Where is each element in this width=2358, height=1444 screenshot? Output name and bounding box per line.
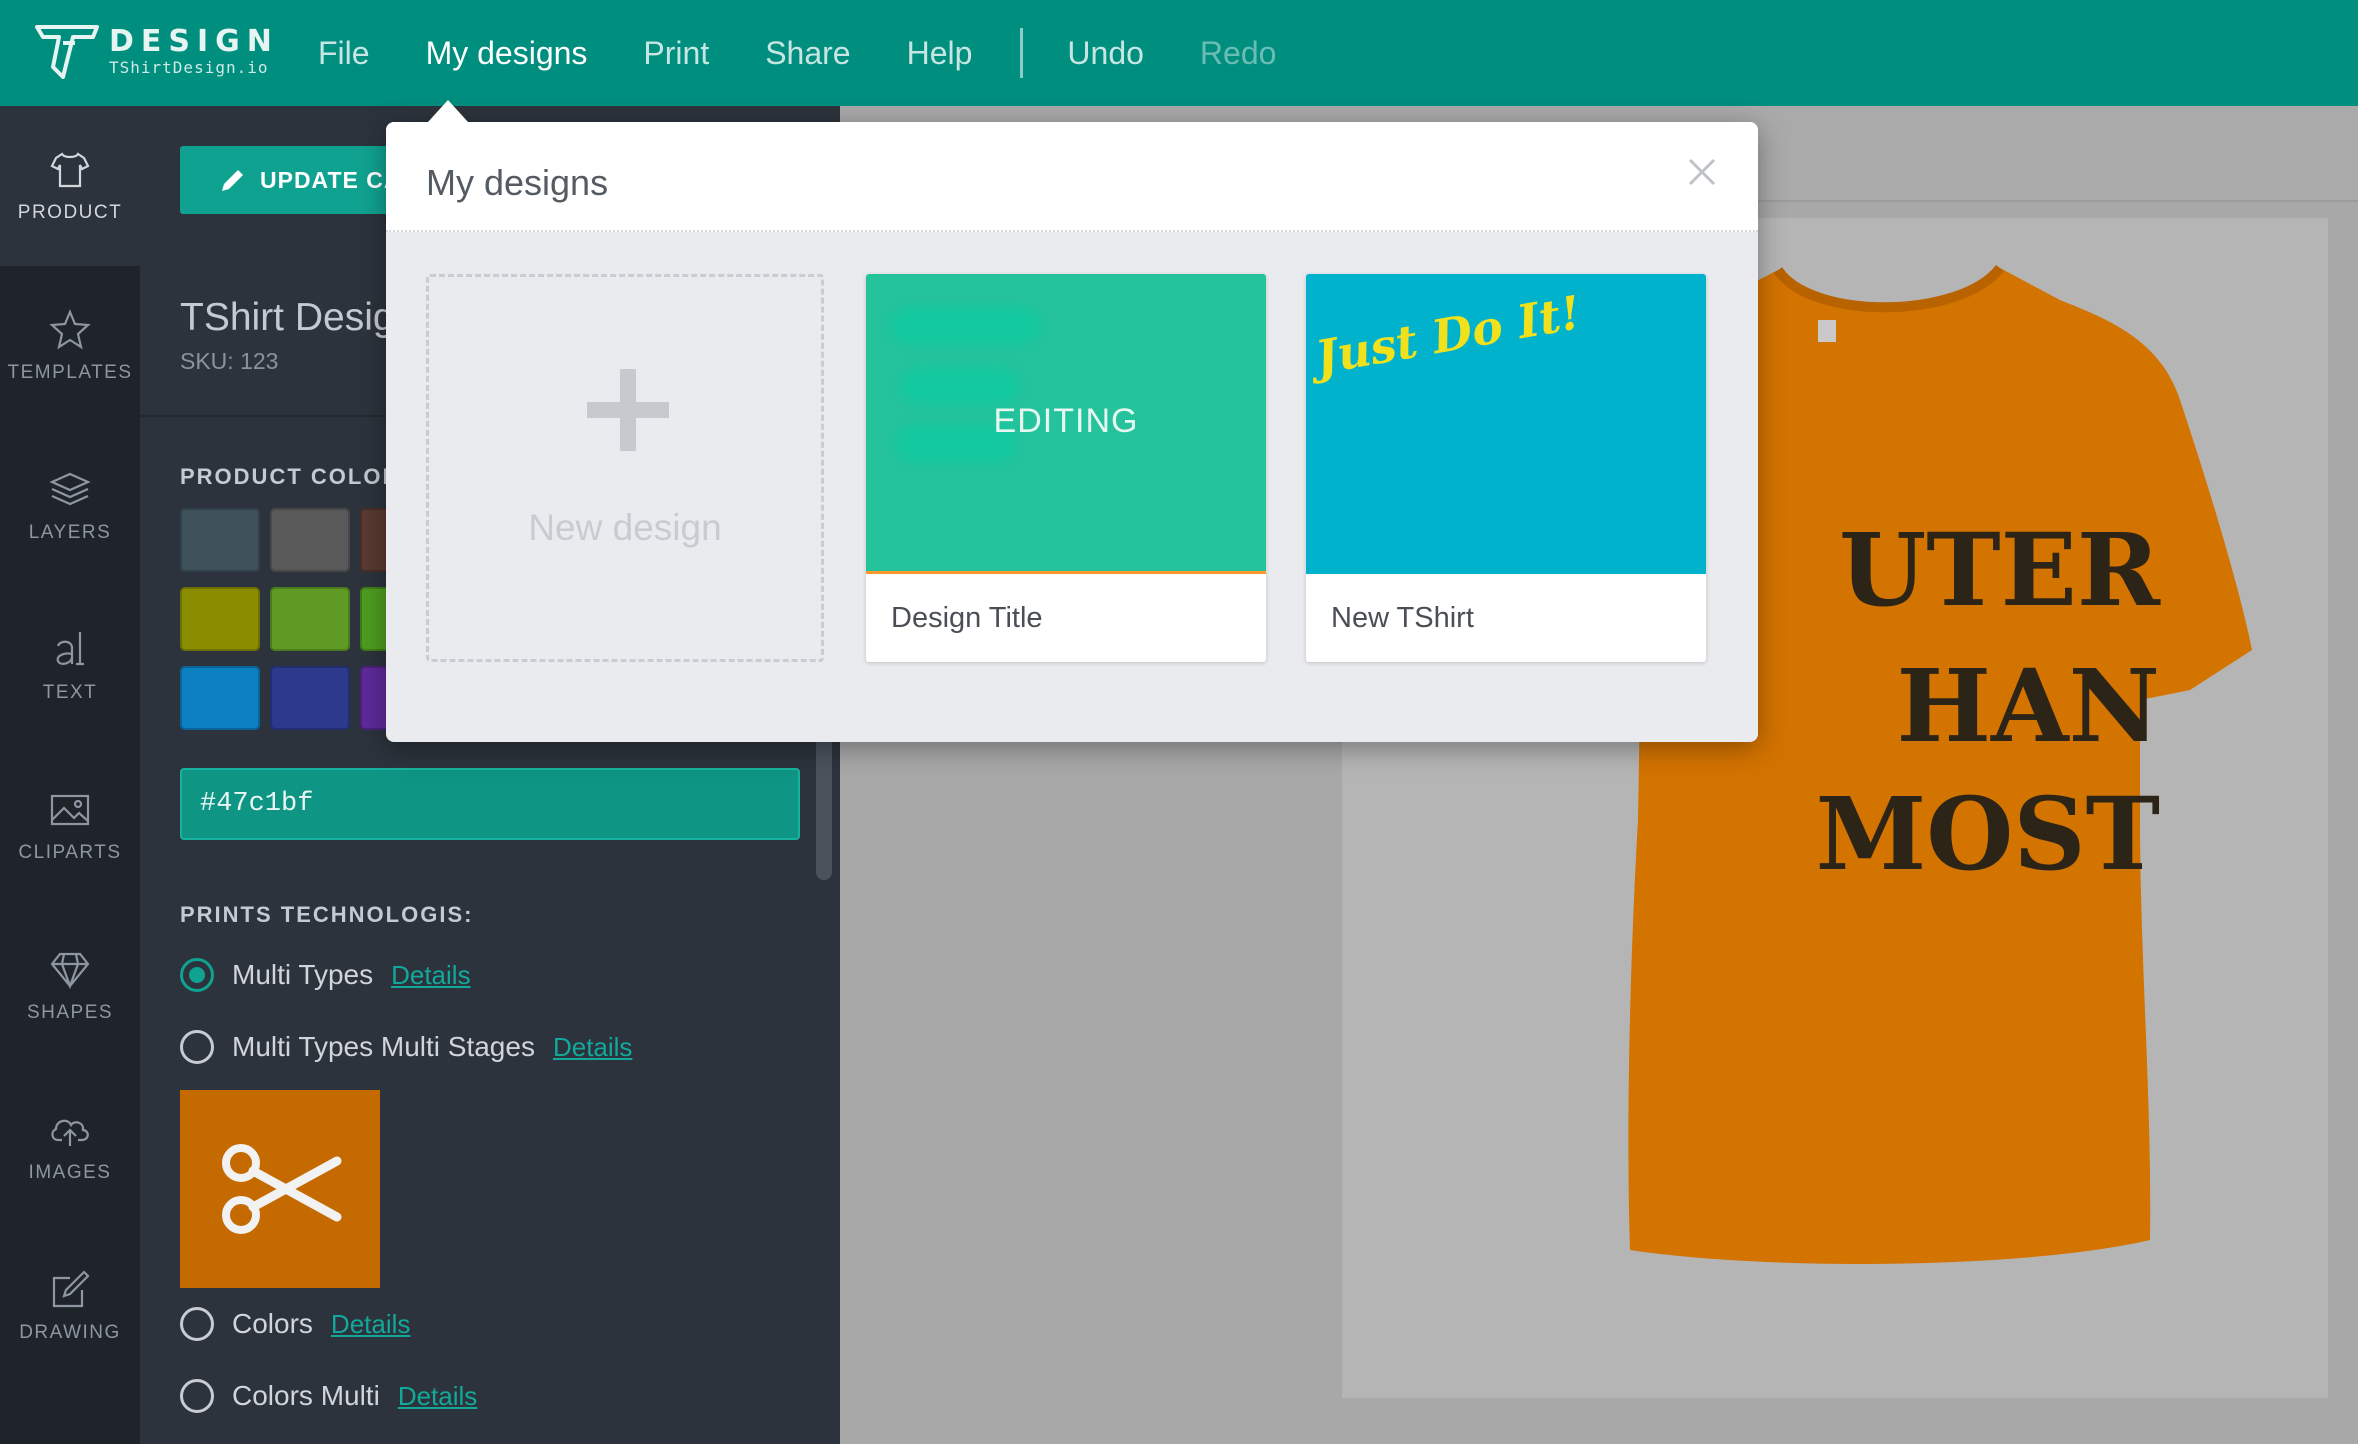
scissors-icon (222, 1144, 342, 1234)
details-link[interactable]: Details (331, 1309, 410, 1340)
color-hex-input[interactable] (180, 768, 800, 840)
rail-label-templates: TEMPLATES (7, 362, 133, 383)
rail-item-templates[interactable]: TEMPLATES (0, 266, 140, 426)
blurred-text (900, 368, 1020, 404)
print-option-label: Colors Multi (232, 1380, 380, 1411)
blurred-text (890, 308, 1040, 344)
editing-status: EDITING (993, 402, 1139, 440)
new-design-label: New design (528, 507, 722, 548)
details-link[interactable]: Details (391, 960, 470, 991)
menu-share[interactable]: Share (765, 35, 850, 72)
radio-button[interactable] (180, 958, 214, 992)
design-name: New TShirt (1331, 602, 1474, 634)
main-menu: File My designs Print Share Help Undo Re… (318, 0, 1332, 106)
rail-item-product[interactable]: PRODUCT (0, 106, 140, 266)
design-thumbnail: EDITING (866, 274, 1266, 574)
menu-print[interactable]: Print (643, 35, 709, 72)
close-icon (1688, 158, 1716, 186)
rail-item-drawing[interactable]: DRAWING (0, 1226, 140, 1386)
thumbnail-script-text: Just Do It! (1311, 285, 1585, 385)
edit-icon (52, 1270, 90, 1308)
radio-button[interactable] (180, 1307, 214, 1341)
star-icon (49, 309, 91, 350)
rail-label-shapes: SHAPES (26, 1002, 114, 1023)
rail-label-layers: LAYERS (28, 522, 112, 543)
color-swatch[interactable] (180, 587, 260, 651)
print-option-label: Multi Types Multi Stages (232, 1031, 535, 1062)
my-designs-dialog: My designs New design EDITING Design Tit… (386, 122, 1758, 742)
product-title: TShirt Desig (180, 296, 395, 339)
print-option-multi-types[interactable]: Multi Types Details (180, 958, 471, 992)
print-option-colors-multi[interactable]: Colors Multi Details (180, 1379, 477, 1413)
cloud-upload-icon (51, 1119, 89, 1146)
rail-item-images[interactable]: IMAGES (0, 1066, 140, 1226)
rail-item-shapes[interactable]: SHAPES (0, 906, 140, 1066)
logo-subtitle: TShirtDesign.io (109, 58, 269, 77)
dialog-title: My designs (426, 162, 609, 203)
radio-button[interactable] (180, 1030, 214, 1064)
rail-label-cliparts: CLIPARTS (18, 842, 122, 863)
rail-label-images: IMAGES (28, 1162, 112, 1183)
pencil-icon (222, 170, 243, 191)
print-option-label: Colors (232, 1308, 313, 1339)
menu-help[interactable]: Help (907, 35, 973, 72)
logo-title: DESIGN (109, 24, 279, 59)
rail-label-text: TEXT (42, 682, 98, 703)
plus-icon (587, 369, 669, 451)
dialog-header: My designs (386, 122, 1758, 232)
dropdown-caret (428, 100, 468, 122)
color-swatch[interactable] (270, 666, 350, 730)
print-option-colors[interactable]: Colors Details (180, 1307, 410, 1341)
menu-my-designs[interactable]: My designs (426, 35, 588, 72)
rail-label-product: PRODUCT (17, 202, 123, 223)
print-option-multi-types-multi-stages[interactable]: Multi Types Multi Stages Details (180, 1030, 632, 1064)
new-design-card[interactable]: New design (426, 274, 824, 662)
design-thumbnail: Just Do It! (1306, 274, 1706, 574)
design-card[interactable]: Just Do It! New TShirt (1306, 274, 1706, 662)
prints-technologies-label: PRINTS TECHNOLOGIS: (180, 902, 474, 927)
print-technology-preview (180, 1090, 380, 1288)
product-colors-label: PRODUCT COLOR (180, 464, 401, 489)
color-swatch[interactable] (180, 508, 260, 572)
menu-divider (1020, 28, 1024, 78)
design-card[interactable]: EDITING Design Title (866, 274, 1266, 662)
top-bar: DESIGN TShirtDesign.io File My designs P… (0, 0, 2358, 106)
update-cart-label: UPDATE CA (260, 166, 402, 193)
rail-item-text[interactable]: TEXT (0, 586, 140, 746)
rail-item-cliparts[interactable]: CLIPARTS (0, 746, 140, 906)
details-link[interactable]: Details (553, 1032, 632, 1063)
layers-icon (49, 472, 91, 506)
rail-item-layers[interactable]: LAYERS (0, 426, 140, 586)
rail-label-drawing: DRAWING (19, 1322, 121, 1343)
shirt-text-line[interactable]: MOST (1500, 784, 2160, 884)
image-icon (50, 794, 90, 826)
undo-button[interactable]: Undo (1067, 35, 1144, 72)
redo-button[interactable]: Redo (1200, 35, 1277, 72)
app-logo[interactable]: DESIGN TShirtDesign.io (33, 20, 279, 84)
color-swatch[interactable] (270, 587, 350, 651)
tshirt-icon (50, 152, 90, 188)
color-swatch[interactable] (270, 508, 350, 572)
close-button[interactable] (1682, 152, 1722, 192)
tool-rail: PRODUCT TEMPLATES LAYERS TEXT CLIPARTS S… (0, 106, 140, 1444)
menu-file[interactable]: File (318, 35, 370, 72)
radio-button[interactable] (180, 1379, 214, 1413)
color-swatch[interactable] (180, 666, 260, 730)
logo-icon (35, 25, 99, 79)
text-icon (56, 632, 84, 666)
print-option-label: Multi Types (232, 959, 374, 990)
design-name: Design Title (891, 602, 1043, 634)
diamond-icon (50, 952, 90, 990)
details-link[interactable]: Details (398, 1381, 477, 1412)
product-sku: SKU: 123 (180, 348, 279, 374)
